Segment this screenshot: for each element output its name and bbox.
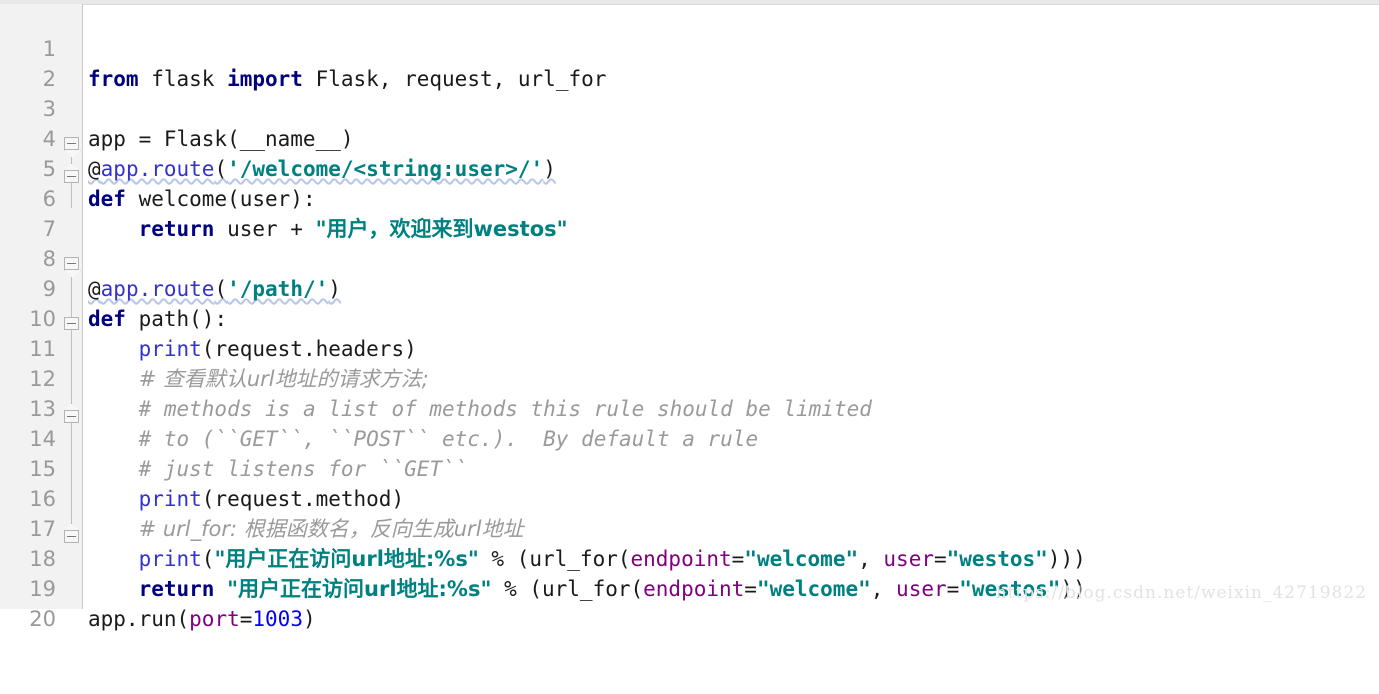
code-row-11[interactable]: 11 # 查看默认url地址的请求方法; <box>0 304 1379 391</box>
code-editor: 1 from flask import Flask, request, url_… <box>0 0 1379 631</box>
code-row-5[interactable]: 5 def welcome(user): <box>0 124 1379 211</box>
code-row-8[interactable]: 8 @app.route('/path/') <box>0 214 1379 301</box>
code-row-9[interactable]: 9 def path(): <box>0 244 1379 331</box>
code-row-15[interactable]: 15 print(request.method) <box>0 424 1379 511</box>
code-row-17[interactable]: 17 print("用户正在访问url地址:%s" % (url_for(end… <box>0 484 1379 571</box>
code-row-10[interactable]: 10 print(request.headers) <box>0 274 1379 361</box>
code-row-13[interactable]: 13 # to (``GET``, ``POST`` etc.). By def… <box>0 364 1379 451</box>
code-row-12[interactable]: 12 # methods is a list of methods this r… <box>0 334 1379 421</box>
code-row-6[interactable]: 6 return user + "用户，欢迎来到westos" <box>0 154 1379 241</box>
code-row-4[interactable]: 4 @app.route('/welcome/<string:user>/') <box>0 94 1379 181</box>
code-lines: 1 from flask import Flask, request, url_… <box>0 4 1379 631</box>
code-row-19[interactable]: 19 app.run(port=1003) <box>0 544 1379 631</box>
code-row-7[interactable]: 7 <box>0 184 1379 241</box>
code-row-16[interactable]: 16 # url_for: 根据函数名，反向生成url地址 <box>0 454 1379 541</box>
code-row-3[interactable]: 3 app = Flask(__name__) <box>0 64 1379 151</box>
code-row-18[interactable]: 18 return "用户正在访问url地址:%s" % (url_for(en… <box>0 514 1379 601</box>
code-row-2[interactable]: 2 <box>0 34 1379 91</box>
code-row-1[interactable]: 1 from flask import Flask, request, url_… <box>0 4 1379 91</box>
watermark-url: https://blog.csdn.net/weixin_42719822 <box>995 583 1367 603</box>
code-row-14[interactable]: 14 # just listens for ``GET`` <box>0 394 1379 481</box>
